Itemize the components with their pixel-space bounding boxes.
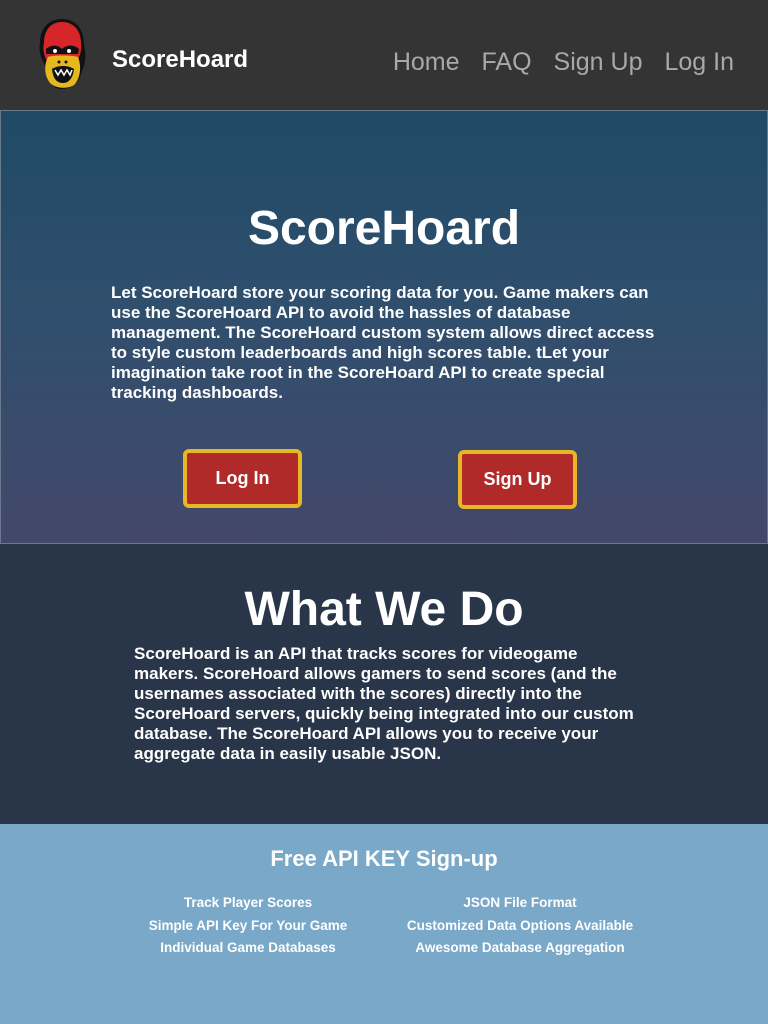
what-we-do-title: What We Do	[244, 583, 524, 636]
feature-item: Individual Game Databases	[160, 940, 336, 955]
hero-title: ScoreHoard	[247, 202, 521, 255]
navbar: ScoreHoard Home FAQ Sign Up Log In	[0, 0, 768, 110]
hero-section: ScoreHoard Let ScoreHoard store your sco…	[0, 110, 768, 544]
feature-item: Awesome Database Aggregation	[415, 940, 625, 955]
hero-description: Let ScoreHoard store your scoring data f…	[111, 283, 655, 402]
feature-list-right: JSON File Format Customized Data Options…	[380, 892, 660, 960]
brand-name[interactable]: ScoreHoard	[112, 46, 248, 74]
nav-link-faq[interactable]: FAQ	[482, 47, 532, 77]
api-signup-section: Free API KEY Sign-up Track Player Scores…	[0, 824, 768, 1024]
what-we-do-description: ScoreHoard is an API that tracks scores …	[134, 644, 634, 763]
feature-item: Customized Data Options Available	[406, 917, 634, 933]
what-we-do-section: What We Do ScoreHoard is an API that tra…	[0, 544, 768, 824]
nav-link-sign-up[interactable]: Sign Up	[554, 47, 643, 77]
feature-list-left: Track Player Scores Simple API Key For Y…	[108, 892, 388, 960]
feature-item: Simple API Key For Your Game	[148, 917, 348, 933]
nav-links: Home FAQ Sign Up Log In	[393, 47, 734, 77]
signup-button[interactable]: Sign Up	[458, 450, 577, 509]
feature-item: Track Player Scores	[183, 895, 313, 910]
nav-link-home[interactable]: Home	[393, 47, 460, 77]
gorilla-logo-icon[interactable]	[36, 17, 88, 91]
login-button[interactable]: Log In	[183, 449, 302, 508]
api-signup-title: Free API KEY Sign-up	[270, 846, 498, 871]
feature-item: JSON File Format	[463, 895, 577, 910]
nav-link-log-in[interactable]: Log In	[664, 47, 734, 77]
